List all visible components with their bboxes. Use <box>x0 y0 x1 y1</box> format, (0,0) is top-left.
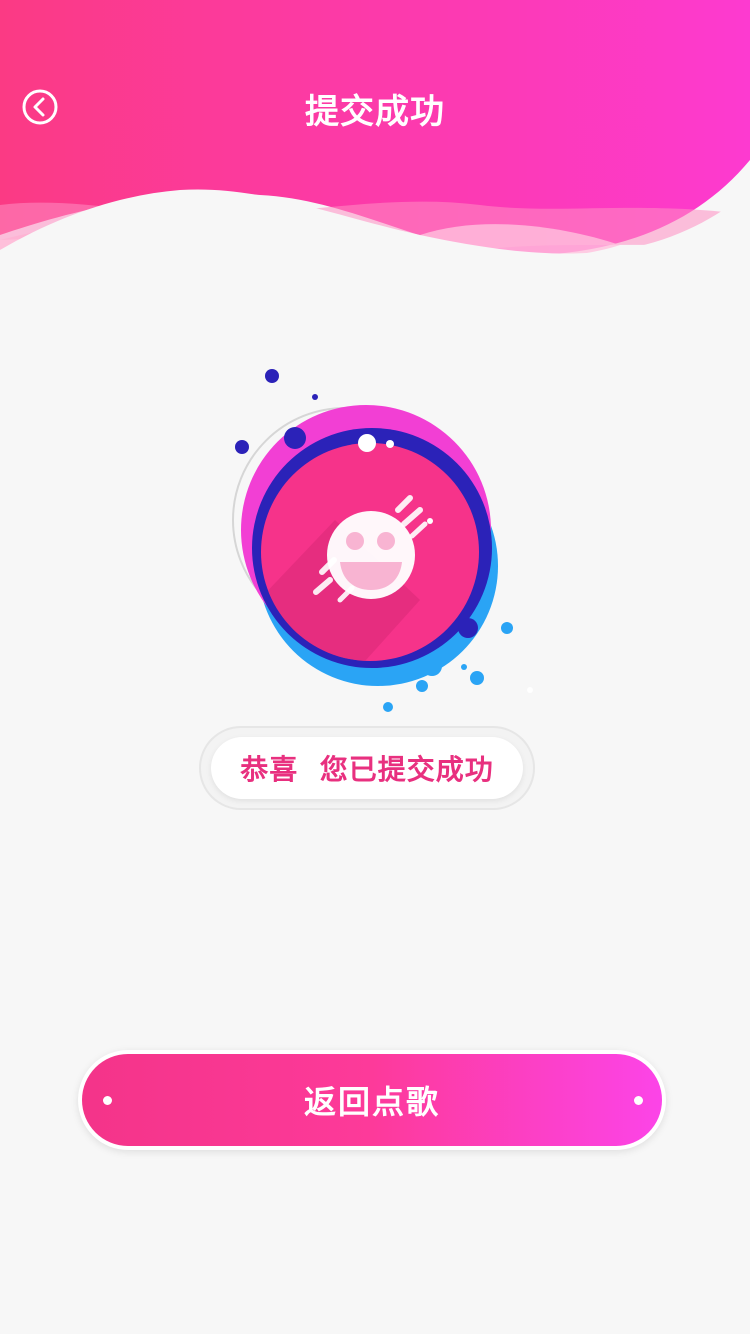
return-to-song-request-button[interactable]: 返回点歌 <box>82 1054 662 1146</box>
page-title: 提交成功 <box>305 92 445 132</box>
success-message: 恭喜 您已提交成功 <box>211 737 523 799</box>
header: 提交成功 <box>0 0 750 270</box>
success-badge-graphic <box>232 369 533 712</box>
success-illustration <box>210 360 550 720</box>
header-wave-background <box>0 0 750 270</box>
button-dot-right <box>634 1096 643 1105</box>
button-dot-left <box>103 1096 112 1105</box>
laughing-face-icon <box>327 511 415 599</box>
